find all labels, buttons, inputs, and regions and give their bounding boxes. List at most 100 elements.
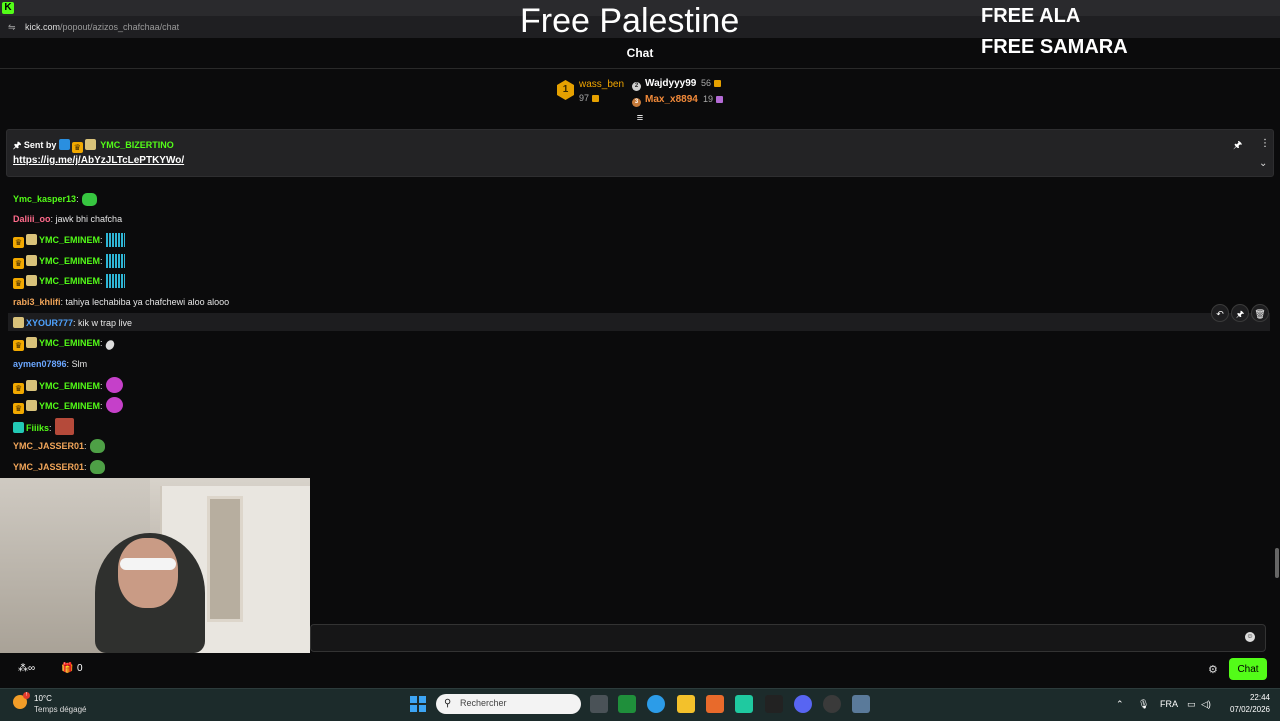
chat-username[interactable]: YMC_JASSER01 [13,462,84,472]
collapse-leaderboard-icon[interactable]: ≡ [633,112,647,124]
volume-icon[interactable]: ◁) [1201,699,1211,710]
leaderboard-first-name[interactable]: wass_ben [579,79,624,90]
crown-badge-icon: ♛ [13,237,24,248]
chat-username[interactable]: YMC_EMINEM [39,235,100,245]
chat-username[interactable]: YMC_EMINEM [39,338,100,348]
app-icon-teal[interactable] [735,695,753,713]
overlay-line-1: FREE ALA [981,5,1081,27]
chat-username[interactable]: Fiiiks [26,423,49,433]
chat-text: Slm [69,359,88,369]
chat-username[interactable]: aymen07896 [13,359,67,369]
chrome-icon[interactable] [647,695,665,713]
chat-colon: : [76,194,79,204]
chat-message[interactable]: Fiiiks: [13,418,74,435]
tray-overflow-icon[interactable]: ⌃ [1116,699,1124,710]
app-icon-dark[interactable] [765,695,783,713]
file-explorer-icon[interactable] [677,695,695,713]
emoji-icon[interactable]: ☺ [1245,632,1255,642]
chat-message[interactable]: ♛ YMC_EMINEM: [13,377,123,394]
chat-username[interactable]: YMC_EMINEM [39,401,100,411]
windows-start-icon[interactable] [410,696,426,712]
site-settings-icon[interactable]: ⇋ [8,22,16,33]
taskbar-time[interactable]: 22:44 [1228,693,1270,702]
chat-message[interactable]: ♛ YMC_EMINEM: [13,397,123,414]
chat-message[interactable]: Ymc_kasper13: [13,191,97,207]
settings-app-icon[interactable] [852,695,870,713]
obs-icon[interactable] [823,695,841,713]
chat-message[interactable]: ♛ YMC_EMINEM: [13,335,116,352]
subscriber-badge-icon [26,234,37,245]
gift-icon [716,96,724,103]
chat-message[interactable]: YMC_JASSER01: [13,459,105,475]
chat-input[interactable] [310,624,1266,652]
search-icon: ⚲ [444,698,452,709]
scrollbar[interactable] [1275,548,1279,578]
chat-username[interactable]: YMC_EMINEM [39,256,100,266]
header-divider [0,68,1280,69]
subscriber-badge-icon [26,400,37,411]
chat-username[interactable]: YMC_EMINEM [39,276,100,286]
subscriber-badge-icon [26,275,37,286]
emote-bars-icon [105,254,125,268]
leaderboard-third[interactable]: 3 Max_x8894 [632,94,698,107]
more-options-icon[interactable]: ⋮ [1260,138,1270,149]
chat-message[interactable]: ♛ YMC_EMINEM: [13,253,125,269]
emote-pink-icon [105,377,123,393]
webcam-face [118,538,178,608]
chat-username[interactable]: YMC_EMINEM [39,381,100,391]
chat-username[interactable]: Ymc_kasper13 [13,194,76,204]
webcam-overlay [0,478,310,653]
taskbar-search[interactable]: ⚲ Rechercher [436,694,581,714]
chat-text: kik w trap live [75,318,133,328]
network-icon[interactable]: ▭ [1187,699,1196,710]
language-indicator[interactable]: FRA [1160,699,1178,709]
chat-message[interactable]: ♛ YMC_EMINEM: [13,232,125,248]
pin-icon[interactable]: 🖈 [1233,138,1242,155]
reply-icon[interactable]: ↶ [1211,304,1229,322]
leaderboard-second[interactable]: 2 Wajdyyy99 [632,78,696,91]
url-path: /popout/azizos_chafchaa/chat [60,22,180,32]
chat-message[interactable]: XYOUR777: kik w trap live [13,315,132,331]
url-field[interactable]: kick.com/popout/azizos_chafchaa/chat [25,22,179,32]
crown-badge-icon: ♛ [13,403,24,414]
subscriber-badge-icon [26,337,37,348]
pinned-message[interactable]: 🖈 Sent by ♛ YMC_BIZERTINO https://ig.me/… [6,129,1274,177]
points-icon[interactable]: ⁂∞ [18,663,35,674]
chat-colon: : [100,381,103,391]
send-chat-button[interactable]: Chat [1229,658,1267,680]
crown-badge-icon: ♛ [71,142,83,153]
delete-icon[interactable]: 🗑 [1251,304,1269,322]
microphone-icon[interactable]: 🎙 [1138,699,1149,710]
chat-message[interactable]: YMC_JASSER01: [13,438,105,454]
task-view-icon[interactable] [590,695,608,713]
pinned-user[interactable]: YMC_BIZERTINO [100,140,174,150]
rank-1-medal-icon: 1 [557,80,574,100]
chat-colon: : [100,276,103,286]
chat-message[interactable]: rabi3_khlifi: tahiya lechabiba ya chafch… [13,294,229,310]
chat-colon: : [100,256,103,266]
gift-count: 0 [77,663,83,674]
overlay-title: Free Palestine [520,2,740,40]
windows-taskbar [0,688,1280,721]
chat-message[interactable]: ♛ YMC_EMINEM: [13,273,125,289]
discord-icon[interactable] [794,695,812,713]
chat-colon: : [84,462,87,472]
razer-app-icon[interactable] [618,695,636,713]
gift-box-icon[interactable]: 🎁 [61,663,73,674]
settings-gear-icon[interactable]: ⚙ [1208,663,1218,676]
app-icon-orange[interactable] [706,695,724,713]
chat-username[interactable]: XYOUR777 [26,318,73,328]
chat-username[interactable]: rabi3_khlifi [13,297,61,307]
pinned-link[interactable]: https://ig.me/j/AbYzJLTcLePTKYWo/ [13,155,184,166]
subscriber-badge-icon [84,139,96,150]
webcam-mirror [207,496,243,622]
chevron-down-icon[interactable]: ⌄ [1259,158,1267,169]
pin-message-icon[interactable]: 🖈 [1231,304,1249,322]
chat-colon: : [100,338,103,348]
chat-message[interactable]: aymen07896: Slm [13,356,87,372]
taskbar-date[interactable]: 07/02/2026 [1228,705,1270,714]
emote-frog-icon [89,439,105,453]
chat-username[interactable]: Daliii_oo [13,214,51,224]
chat-message[interactable]: Daliii_oo: jawk bhi chafcha [13,211,122,227]
chat-username[interactable]: YMC_JASSER01 [13,441,84,451]
